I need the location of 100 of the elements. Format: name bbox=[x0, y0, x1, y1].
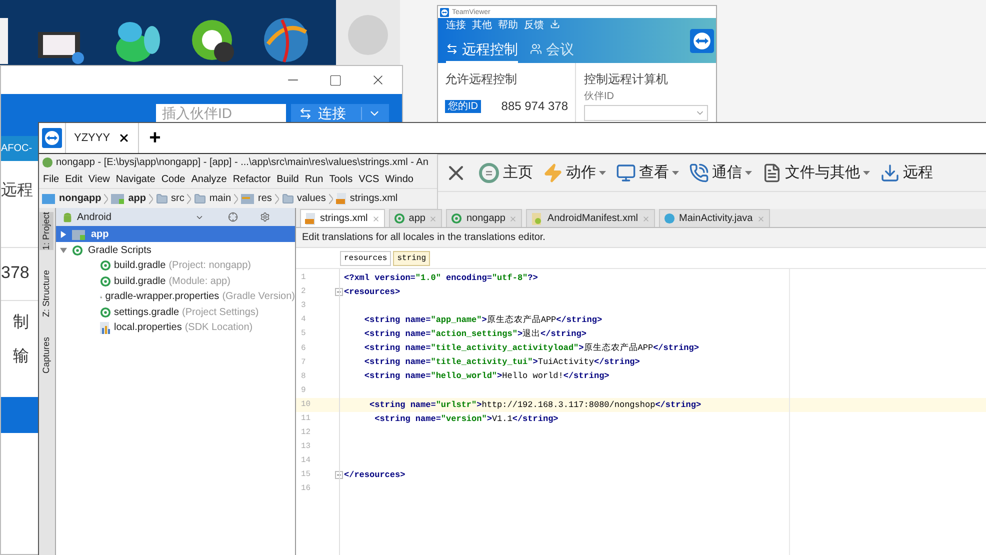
breadcrumb-item[interactable]: src bbox=[156, 191, 184, 206]
toolbar-button[interactable]: 远程 bbox=[880, 162, 933, 184]
browser-logo-icon bbox=[190, 18, 236, 64]
tree-item[interactable]: settings.gradle (Project Settings) bbox=[56, 304, 295, 320]
line-number: 7 bbox=[300, 356, 307, 369]
editor-tab[interactable]: app bbox=[388, 209, 442, 227]
connect-button[interactable]: 连接 bbox=[291, 104, 389, 122]
toolbar-button[interactable]: 通信 bbox=[689, 162, 752, 184]
field-label: 伙伴ID bbox=[584, 90, 615, 104]
line-number: 3 bbox=[300, 300, 307, 312]
breadcrumb-item[interactable]: res bbox=[241, 191, 272, 206]
menu-item[interactable]: Analyze bbox=[191, 172, 227, 186]
breadcrumb-item[interactable]: nongapp bbox=[42, 191, 102, 206]
file-icon bbox=[762, 163, 782, 183]
resource-folder-icon bbox=[241, 193, 256, 204]
computer-name: AFOC- bbox=[1, 136, 39, 161]
menu-item[interactable]: 反馈 bbox=[524, 19, 544, 33]
expand-arrow-icon[interactable] bbox=[60, 230, 67, 238]
tool-window-tab[interactable]: 1: Project bbox=[40, 212, 54, 250]
tool-window-tab[interactable]: Captures bbox=[40, 337, 54, 374]
line-number: 8 bbox=[300, 370, 307, 383]
gradle-icon bbox=[72, 244, 83, 256]
arrows-icon bbox=[299, 106, 312, 120]
line-number: 15 bbox=[300, 469, 312, 482]
breadcrumb-tag[interactable]: string bbox=[393, 250, 430, 266]
download-icon[interactable] bbox=[550, 19, 560, 29]
line-number: 4 bbox=[300, 314, 307, 326]
module-folder-icon bbox=[72, 228, 86, 240]
id-label: 您的ID bbox=[445, 100, 481, 112]
breadcrumb-item[interactable]: app bbox=[111, 191, 146, 206]
tree-item[interactable]: local.properties (SDK Location) bbox=[56, 320, 295, 336]
menu-item[interactable]: VCS bbox=[358, 172, 380, 186]
editor-tab[interactable]: AndroidManifest.xml bbox=[526, 209, 656, 227]
toolbar-button[interactable]: 查看 bbox=[616, 162, 679, 184]
section-heading: 远程 bbox=[1, 181, 34, 201]
tree-item[interactable]: gradle-wrapper.properties (Gradle Version) bbox=[56, 289, 295, 304]
menu-item[interactable]: Build bbox=[276, 172, 299, 186]
teamviewer-logo-icon bbox=[690, 29, 714, 53]
home-ring-icon bbox=[478, 162, 500, 184]
session-tab[interactable]: YZYYY bbox=[65, 123, 140, 153]
globe-icon bbox=[262, 16, 310, 64]
toolbar-button[interactable]: 文件与其他 bbox=[762, 162, 870, 184]
tool-window-tab[interactable]: Z: Structure bbox=[40, 270, 54, 318]
editor-tab[interactable]: strings.xml bbox=[300, 209, 385, 227]
maximize-icon[interactable] bbox=[329, 74, 342, 86]
id-value: 885 974 378 bbox=[501, 98, 568, 115]
breadcrumb-item[interactable]: values bbox=[282, 191, 326, 206]
breadcrumb-item[interactable]: main bbox=[194, 191, 232, 206]
gradle-icon bbox=[394, 213, 405, 224]
chevron-icon bbox=[149, 194, 153, 204]
tree-item[interactable]: app bbox=[56, 226, 295, 242]
breadcrumb-item[interactable]: strings.xml bbox=[336, 191, 398, 206]
chevron-icon bbox=[328, 194, 333, 204]
menu-item[interactable]: Navigate bbox=[116, 172, 156, 186]
locate-icon[interactable] bbox=[228, 212, 238, 222]
id-value: 378 bbox=[1, 262, 30, 284]
tree-item[interactable]: Gradle Scripts bbox=[56, 242, 295, 258]
partner-id-field[interactable]: 插入伙伴ID bbox=[156, 104, 286, 122]
editor-tab[interactable]: MainActivity.java bbox=[659, 209, 770, 227]
properties-file-icon bbox=[100, 322, 111, 334]
video-window-icon bbox=[38, 32, 86, 64]
section-heading: 允许远程控制 bbox=[445, 71, 518, 88]
menu-item[interactable]: View bbox=[88, 172, 110, 186]
menu-item[interactable]: Tools bbox=[329, 172, 353, 186]
menu-item[interactable]: 其他 bbox=[472, 19, 492, 33]
manifest-file-icon bbox=[531, 212, 544, 224]
view-selector[interactable]: Android bbox=[77, 210, 112, 224]
download-icon bbox=[880, 163, 900, 183]
new-tab-button[interactable]: + bbox=[149, 128, 161, 148]
expand-arrow-icon[interactable] bbox=[60, 246, 67, 254]
close-icon[interactable] bbox=[118, 132, 130, 144]
toolbar-button[interactable]: 动作 bbox=[543, 162, 606, 184]
menu-item[interactable]: Refactor bbox=[232, 172, 271, 186]
gradle-icon bbox=[100, 260, 111, 272]
menu-item[interactable]: Run bbox=[304, 172, 324, 186]
lightning-icon bbox=[543, 163, 563, 183]
window-title: nongapp - [E:\bysj\app\nongapp] - [app] - ...\app\src\main\res\values\strings.xml - An bbox=[56, 156, 428, 170]
menu-item[interactable]: 帮助 bbox=[498, 19, 518, 33]
line-number: 5 bbox=[300, 328, 307, 340]
menu-item[interactable]: 连接 bbox=[446, 19, 466, 33]
folder-icon bbox=[156, 192, 168, 204]
settings-icon[interactable] bbox=[260, 212, 270, 222]
arrows-icon bbox=[446, 43, 458, 55]
tree-item[interactable]: build.gradle (Project: nongapp) bbox=[56, 258, 295, 274]
teamviewer-logo-icon bbox=[42, 128, 62, 148]
menu-item[interactable]: Windo bbox=[385, 172, 414, 186]
breadcrumb-tag[interactable]: resources bbox=[340, 250, 392, 266]
xml-file-icon bbox=[336, 192, 347, 204]
tab[interactable]: 远程控制 bbox=[446, 39, 518, 63]
line-number: 11 bbox=[300, 412, 312, 425]
menu-item[interactable]: File bbox=[43, 172, 60, 186]
editor-tab[interactable]: nongapp bbox=[446, 209, 522, 227]
option-label: 制 bbox=[12, 312, 30, 332]
toolbar-button[interactable]: 主页 bbox=[478, 162, 533, 184]
android-icon bbox=[62, 212, 73, 222]
line-number: 13 bbox=[300, 441, 312, 454]
menu-item[interactable]: Code bbox=[161, 172, 186, 186]
tree-item[interactable]: build.gradle (Module: app) bbox=[56, 274, 295, 289]
menu-item[interactable]: Edit bbox=[65, 172, 82, 186]
line-number: 14 bbox=[300, 455, 312, 468]
